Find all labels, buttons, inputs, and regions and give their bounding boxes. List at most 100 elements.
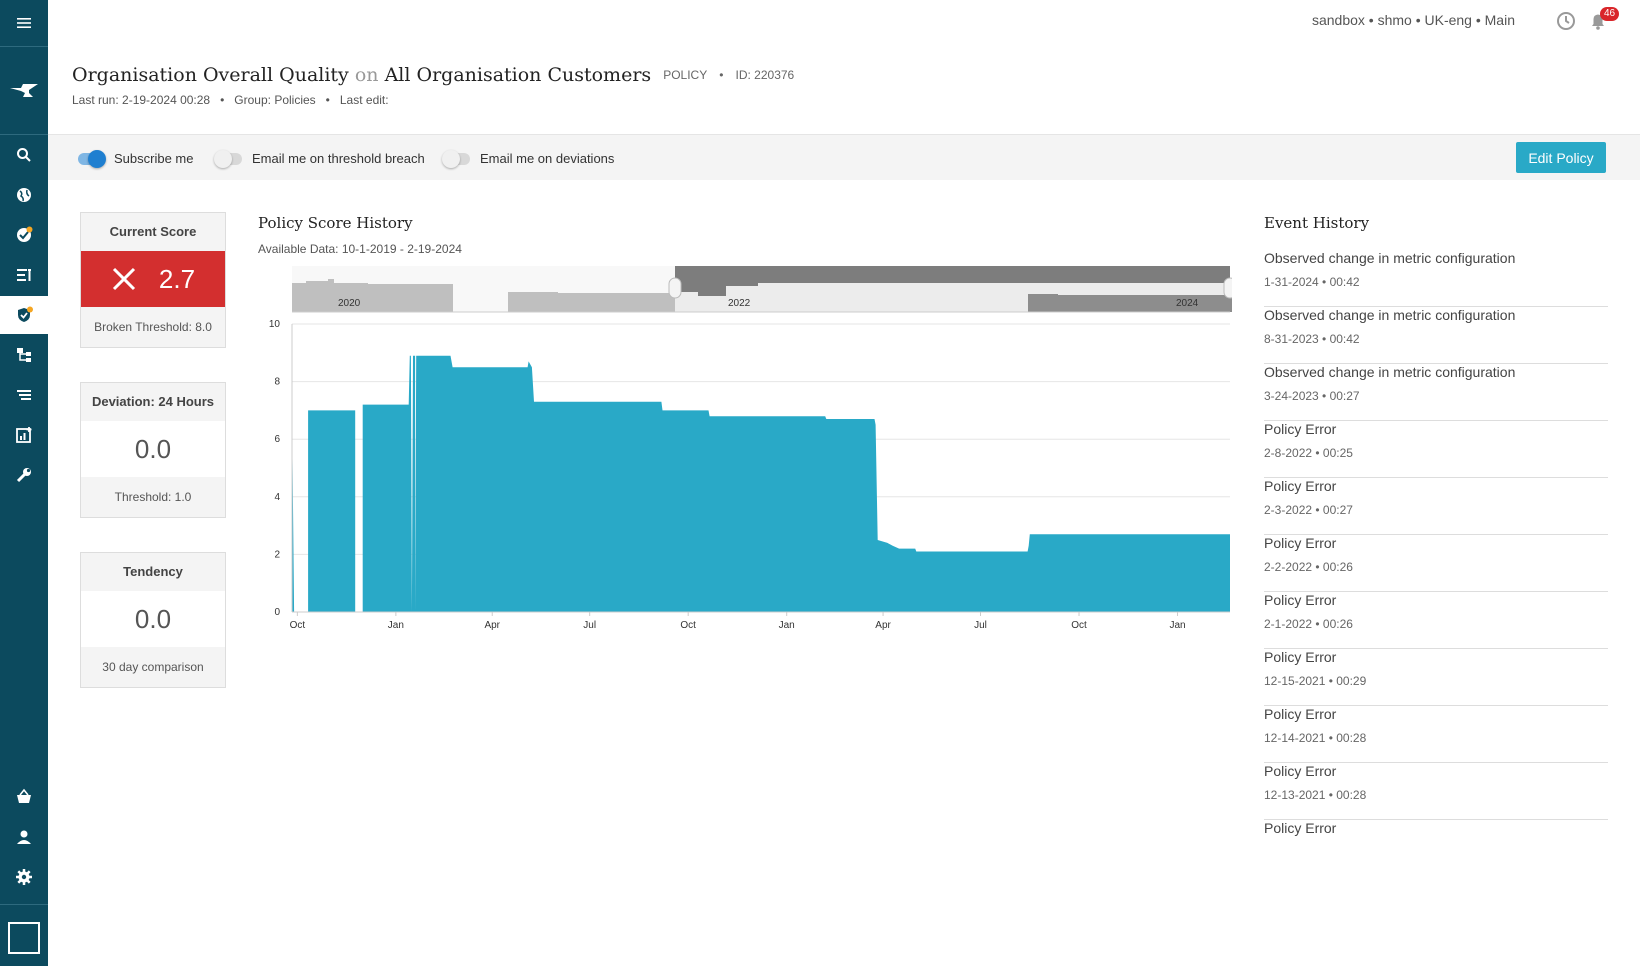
page-title: Organisation Overall Quality on All Orga… — [72, 64, 794, 86]
notifications-bell-icon[interactable]: 46 — [1588, 7, 1620, 36]
event-item[interactable]: Policy Error 2-2-2022 • 00:26 — [1264, 535, 1608, 592]
x-tick-label: Oct — [1071, 620, 1087, 631]
deviation-email-label: Email me on deviations — [480, 151, 615, 166]
x-tick-label: Oct — [290, 620, 306, 631]
event-title: Observed change in metric configuration — [1264, 250, 1516, 266]
event-item[interactable]: Policy Error 12-13-2021 • 00:28 — [1264, 763, 1608, 820]
subscribe-switch[interactable] — [78, 149, 106, 168]
current-score-value: 2.7 — [158, 263, 196, 294]
event-history-panel: Event History Observed change in metric … — [1264, 214, 1608, 877]
event-history-title: Event History — [1264, 214, 1370, 232]
user-icon[interactable] — [0, 818, 48, 856]
event-history-list: Observed change in metric configuration 1… — [1264, 250, 1608, 877]
add-chart-icon[interactable] — [0, 416, 48, 454]
event-date: 2-2-2022 • 00:26 — [1264, 560, 1353, 574]
navigator-left-handle[interactable] — [668, 277, 682, 299]
logo-icon[interactable] — [0, 72, 48, 110]
event-item[interactable]: Policy Error 12-15-2021 • 00:29 — [1264, 649, 1608, 706]
search-icon[interactable] — [0, 136, 48, 174]
score-history-chart[interactable]: 0 2 4 6 8 10 Oct Jan Apr Jul Oct Jan Apr Jul Oct Jan — [258, 316, 1232, 636]
event-title: Observed change in metric configuration — [1264, 364, 1516, 380]
navigator-series-2021 — [508, 292, 675, 312]
event-item[interactable]: Observed change in metric configuration 8… — [1264, 307, 1608, 364]
tendency-value: 0.0 — [81, 591, 225, 647]
subscription-toolbar: Subscribe me Email me on threshold breac… — [48, 134, 1640, 180]
score-area-series[interactable] — [292, 355, 1230, 612]
x-tick-label: Jan — [1169, 620, 1185, 631]
wrench-icon[interactable] — [0, 456, 48, 494]
y-tick-label: 2 — [274, 549, 280, 560]
event-date: 12-15-2021 • 00:29 — [1264, 674, 1367, 688]
chart-navigator[interactable]: 2020 2022 2024 — [258, 264, 1232, 316]
event-date: 3-24-2023 • 00:27 — [1264, 389, 1360, 403]
x-tick-label: Apr — [484, 620, 500, 631]
event-item[interactable]: Policy Error 2-1-2022 • 00:26 — [1264, 592, 1608, 649]
event-title: Policy Error — [1264, 421, 1337, 437]
hierarchy-icon[interactable] — [0, 336, 48, 374]
history-icon[interactable] — [1556, 11, 1576, 36]
event-item[interactable]: Observed change in metric configuration 3… — [1264, 364, 1608, 421]
event-item[interactable]: Policy Error 2-3-2022 • 00:27 — [1264, 478, 1608, 535]
event-title: Policy Error — [1264, 592, 1337, 608]
navigator-right-handle[interactable] — [1223, 277, 1232, 299]
broken-threshold-label: Broken Threshold: 8.0 — [94, 320, 212, 334]
event-title: Policy Error — [1264, 649, 1337, 665]
navigator-label-2022: 2022 — [728, 298, 751, 309]
x-tick-label: Apr — [875, 620, 891, 631]
entity-type-label: POLICY — [663, 68, 708, 82]
threshold-email-toggle[interactable]: Email me on threshold breach — [214, 149, 425, 168]
title-dot: • — [719, 68, 724, 82]
event-date: 2-8-2022 • 00:25 — [1264, 446, 1353, 460]
event-date: 12-13-2021 • 00:28 — [1264, 788, 1367, 802]
deviation-threshold-label: Threshold: 1.0 — [114, 490, 192, 504]
event-title: Policy Error — [1264, 478, 1337, 494]
event-date: 8-31-2023 • 00:42 — [1264, 332, 1360, 346]
context-breadcrumb[interactable]: sandbox • shmo • UK-eng • Main — [1312, 12, 1515, 28]
event-title: Policy Error — [1264, 820, 1337, 836]
event-date: 12-14-2021 • 00:28 — [1264, 731, 1367, 745]
list-icon[interactable] — [0, 256, 48, 294]
basket-icon[interactable] — [0, 778, 48, 816]
subscribe-toggle[interactable]: Subscribe me — [78, 149, 194, 168]
tendency-title: Tendency — [123, 564, 183, 579]
filter-list-icon[interactable] — [0, 376, 48, 414]
dashboard-icon[interactable] — [0, 216, 48, 254]
page-header: Organisation Overall Quality on All Orga… — [72, 64, 794, 107]
x-tick-label: Oct — [680, 620, 696, 631]
deviation-card: Deviation: 24 Hours 0.0 Threshold: 1.0 — [80, 382, 226, 518]
event-item[interactable]: Policy Error 12-14-2021 • 00:28 — [1264, 706, 1608, 763]
navigator-label-2020: 2020 — [338, 298, 361, 309]
target-name[interactable]: All Organisation Customers — [385, 64, 652, 86]
menu-icon[interactable] — [0, 4, 48, 42]
notification-count-badge: 46 — [1600, 7, 1620, 21]
event-title: Observed change in metric configuration — [1264, 307, 1516, 323]
chart-available-data: Available Data: 10-1-2019 - 2-19-2024 — [258, 242, 462, 256]
current-score-value-box: 2.7 — [81, 251, 225, 307]
policy-shield-icon[interactable] — [0, 296, 48, 334]
event-item[interactable]: Policy Error 2-8-2022 • 00:25 — [1264, 421, 1608, 478]
event-item[interactable]: Observed change in metric configuration 1… — [1264, 250, 1608, 307]
deviation-email-toggle[interactable]: Email me on deviations — [442, 149, 615, 168]
deviation-email-switch[interactable] — [442, 149, 470, 168]
current-score-card: Current Score 2.7 Broken Threshold: 8.0 — [80, 212, 226, 348]
current-score-title: Current Score — [109, 224, 197, 239]
deviation-value: 0.0 — [81, 421, 225, 477]
x-tick-label: Jul — [583, 620, 596, 631]
settings-icon[interactable] — [0, 858, 48, 896]
event-title: Policy Error — [1264, 763, 1337, 779]
globe-icon[interactable] — [0, 176, 48, 214]
threshold-email-switch[interactable] — [214, 149, 242, 168]
deviation-title: Deviation: 24 Hours — [91, 394, 215, 409]
chart-title: Policy Score History — [258, 214, 413, 232]
x-tick-label: Jan — [388, 620, 404, 631]
x-tick-label: Jan — [779, 620, 795, 631]
threshold-email-label: Email me on threshold breach — [252, 151, 425, 166]
square-icon[interactable] — [0, 916, 48, 960]
metric-name[interactable]: Organisation Overall Quality — [72, 64, 349, 86]
subscribe-label: Subscribe me — [114, 151, 194, 166]
top-bar: sandbox • shmo • UK-eng • Main 46 — [48, 0, 1640, 40]
edit-policy-button[interactable]: Edit Policy — [1516, 142, 1606, 173]
event-item[interactable]: Policy Error — [1264, 820, 1608, 877]
event-title: Policy Error — [1264, 535, 1337, 551]
tendency-comparison-label: 30 day comparison — [102, 660, 204, 674]
